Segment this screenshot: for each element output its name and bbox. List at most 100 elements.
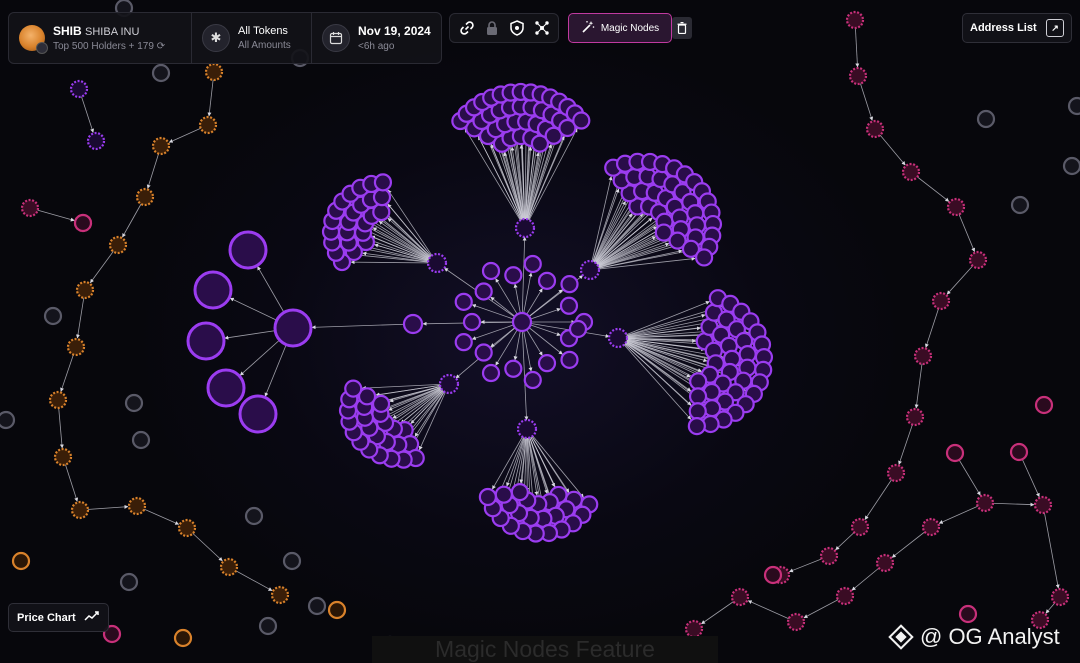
orange-chain-node[interactable]	[219, 557, 239, 577]
orange-chain-node[interactable]	[177, 518, 197, 538]
inactive-node[interactable]	[131, 430, 151, 450]
cluster-leaf-node[interactable]	[688, 402, 707, 421]
ring-node[interactable]	[560, 350, 579, 369]
orange-chain-node[interactable]	[70, 500, 90, 520]
orange-chain-node[interactable]	[135, 187, 155, 207]
orange-chain-node[interactable]	[108, 235, 128, 255]
ring-node[interactable]	[559, 296, 579, 315]
shield-icon[interactable]	[507, 18, 527, 38]
purple-chain-node[interactable]	[86, 131, 106, 151]
side-node[interactable]	[568, 319, 588, 339]
orange-chain-node[interactable]	[198, 115, 218, 135]
inactive-node[interactable]	[151, 63, 171, 83]
magenta-chain-node[interactable]	[968, 250, 988, 270]
ring-node[interactable]	[454, 333, 473, 352]
date-selector[interactable]: Nov 19, 2024 <6h ago	[311, 13, 441, 63]
magenta-chain-node[interactable]	[850, 517, 870, 537]
orange-chain-node[interactable]	[127, 496, 147, 516]
ring-node[interactable]	[504, 359, 523, 378]
inactive-node[interactable]	[1010, 195, 1030, 215]
cluster-leaf-node[interactable]	[494, 485, 513, 504]
cluster-leaf-node[interactable]	[688, 387, 708, 406]
account-node[interactable]	[1009, 442, 1029, 462]
bridge-node[interactable]	[402, 313, 424, 335]
ring-node[interactable]	[462, 312, 482, 332]
magenta-chain-node[interactable]	[921, 517, 941, 537]
cluster-hub-node[interactable]	[516, 418, 538, 440]
ring-node[interactable]	[537, 271, 557, 290]
ring-node[interactable]	[523, 254, 542, 274]
cluster-leaf-node[interactable]	[478, 487, 497, 507]
large-holder-node[interactable]	[206, 368, 246, 408]
orange-chain-node[interactable]	[53, 447, 73, 467]
cluster-hub-node[interactable]	[579, 259, 601, 281]
inactive-node[interactable]	[0, 410, 16, 430]
account-node[interactable]	[73, 213, 93, 233]
inactive-node[interactable]	[119, 572, 139, 592]
ring-node[interactable]	[523, 370, 542, 390]
trash-icon[interactable]	[672, 17, 692, 39]
cluster-leaf-node[interactable]	[373, 173, 393, 192]
magenta-chain-node[interactable]	[786, 612, 806, 632]
large-hub-node[interactable]	[273, 308, 313, 348]
large-holder-node[interactable]	[238, 394, 278, 434]
large-holder-node[interactable]	[186, 321, 226, 361]
cluster-hub-node[interactable]	[426, 252, 448, 274]
inactive-node[interactable]	[124, 393, 144, 413]
orange-chain-node[interactable]	[48, 390, 68, 410]
magenta-chain-node[interactable]	[913, 346, 933, 366]
magenta-chain-node[interactable]	[845, 10, 865, 30]
account-node[interactable]	[11, 551, 31, 571]
lock-icon[interactable]	[482, 18, 502, 38]
magenta-chain-node[interactable]	[819, 546, 839, 566]
account-node[interactable]	[1034, 395, 1054, 415]
account-node[interactable]	[945, 443, 965, 463]
magenta-chain-node[interactable]	[684, 619, 704, 639]
orange-chain-node[interactable]	[75, 280, 95, 300]
graph-canvas[interactable]	[0, 0, 1080, 663]
cluster-hub-node[interactable]	[438, 373, 460, 395]
magenta-chain-node[interactable]	[975, 493, 995, 513]
purple-chain-node[interactable]	[69, 79, 89, 99]
price-chart-button[interactable]: Price Chart	[8, 603, 109, 632]
inactive-node[interactable]	[282, 551, 302, 571]
cluster-hub-node[interactable]	[607, 327, 629, 349]
cluster-leaf-node[interactable]	[372, 188, 392, 207]
account-node[interactable]	[173, 628, 193, 648]
magenta-chain-node[interactable]	[901, 162, 921, 182]
cluster-leaf-node[interactable]	[344, 379, 363, 398]
inactive-node[interactable]	[1067, 96, 1080, 116]
ring-node[interactable]	[454, 292, 473, 311]
amount-filter[interactable]: ✱ All Tokens All Amounts	[191, 13, 311, 63]
magenta-chain-node[interactable]	[886, 463, 906, 483]
magic-nodes-button[interactable]: Magic Nodes	[568, 13, 672, 43]
orange-chain-node[interactable]	[204, 62, 224, 82]
link-icon[interactable]	[457, 18, 477, 38]
ring-node[interactable]	[474, 282, 493, 301]
large-holder-node[interactable]	[193, 270, 233, 310]
magenta-chain-node[interactable]	[905, 407, 925, 427]
ring-node[interactable]	[537, 354, 557, 373]
orange-chain-node[interactable]	[66, 337, 86, 357]
inactive-node[interactable]	[43, 306, 63, 326]
magenta-chain-node[interactable]	[1050, 587, 1070, 607]
cluster-leaf-node[interactable]	[689, 372, 708, 391]
token-selector[interactable]: SHIB SHIBA INU Top 500 Holders + 179 ⟳	[9, 13, 191, 63]
inactive-node[interactable]	[258, 616, 278, 636]
magenta-chain-node[interactable]	[865, 119, 885, 139]
ring-node[interactable]	[481, 363, 501, 383]
transaction-graph[interactable]	[0, 0, 1080, 663]
cluster-hub-node[interactable]	[514, 217, 536, 239]
magenta-chain-node[interactable]	[848, 66, 868, 86]
address-list-button[interactable]: Address List ↗	[962, 13, 1072, 43]
magenta-chain-node[interactable]	[730, 587, 750, 607]
ring-node[interactable]	[474, 343, 493, 362]
magenta-chain-node[interactable]	[835, 586, 855, 606]
cluster-leaf-node[interactable]	[687, 416, 706, 436]
cluster-leaf-node[interactable]	[694, 248, 714, 267]
inactive-node[interactable]	[307, 596, 327, 616]
magenta-chain-node[interactable]	[1033, 495, 1053, 515]
ring-node[interactable]	[560, 275, 579, 294]
account-node[interactable]	[327, 600, 347, 620]
inactive-node[interactable]	[244, 506, 264, 526]
